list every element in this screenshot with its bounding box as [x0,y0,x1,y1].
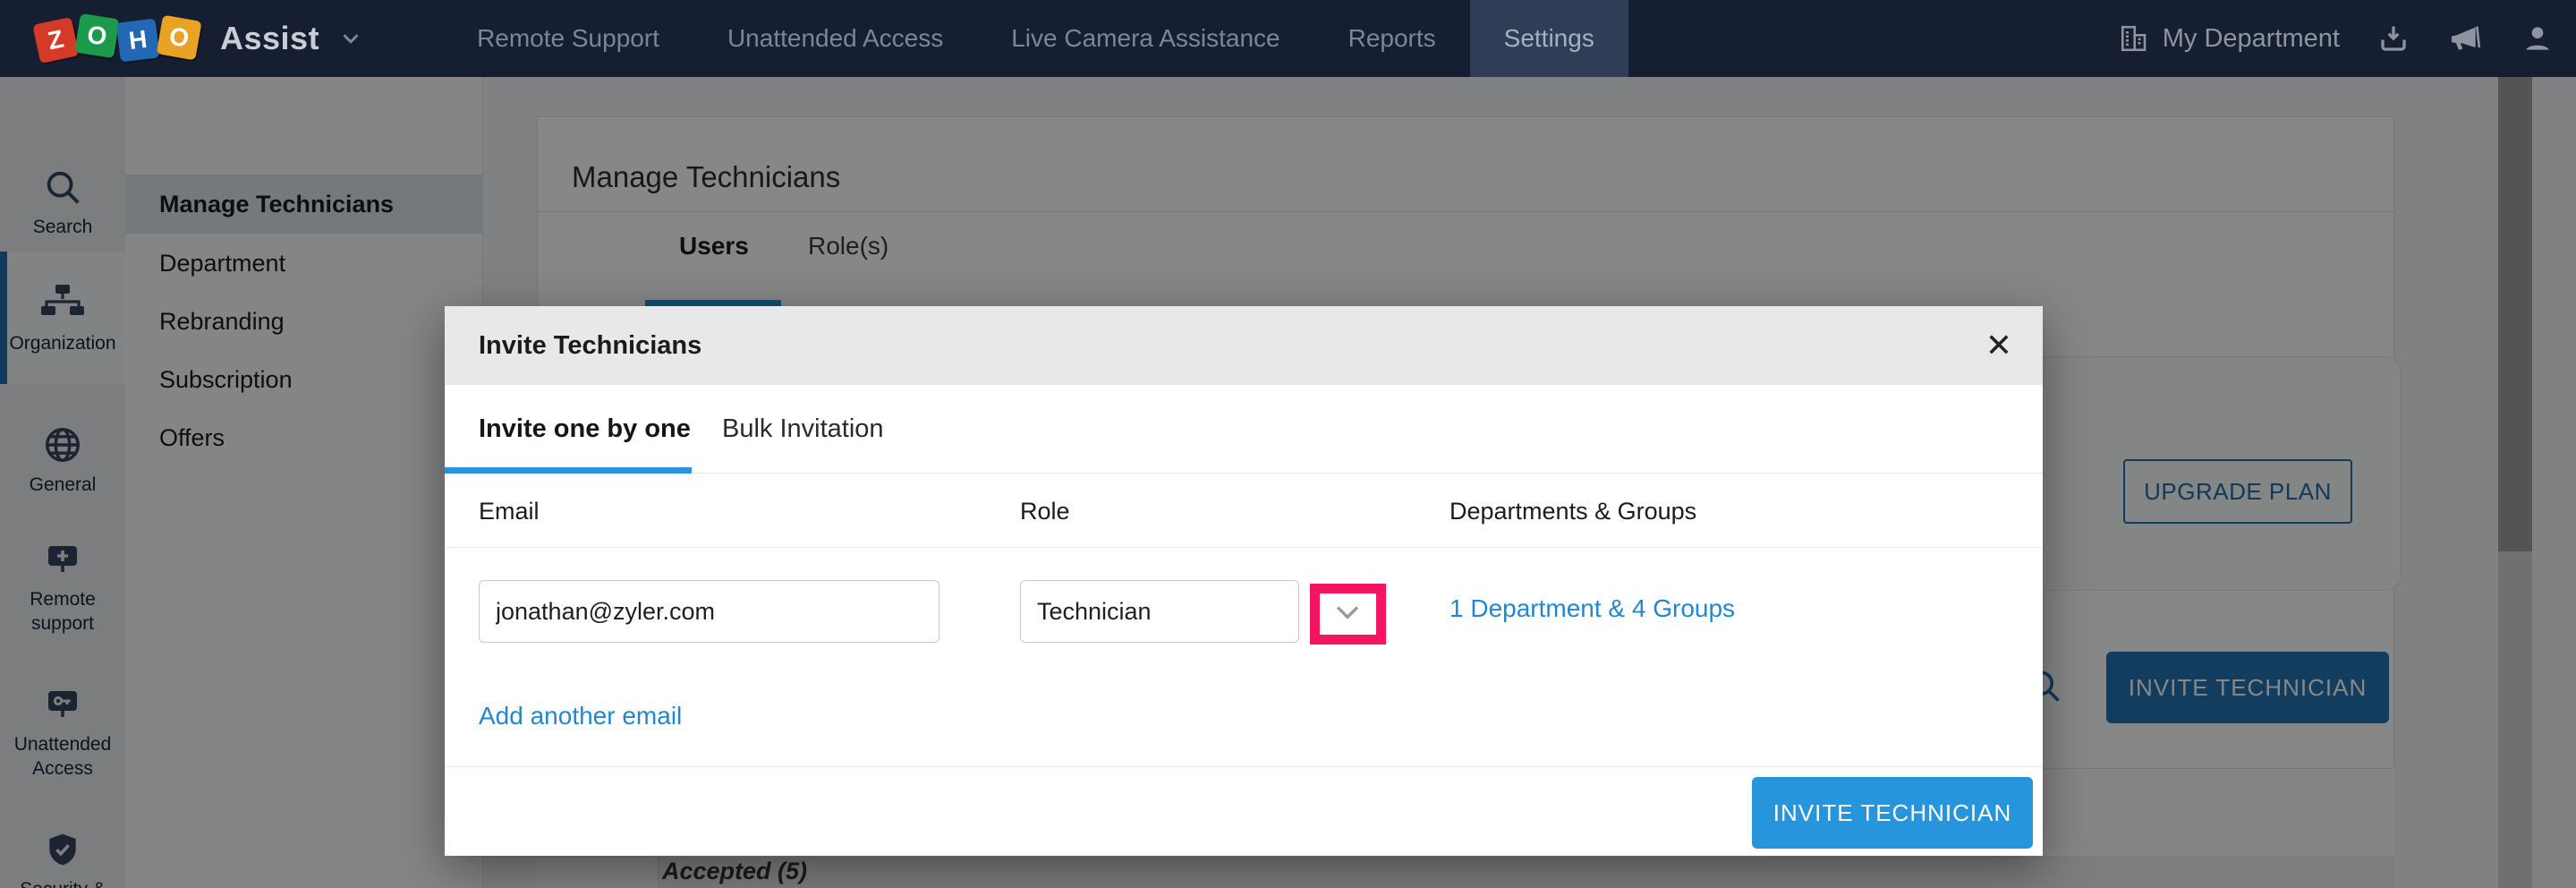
app-root: Z O H O Assist Remote Support Unattended… [0,0,2576,888]
announcement-icon[interactable] [2447,21,2483,56]
logo-block: Z [32,17,79,64]
divider [445,547,2043,548]
role-dropdown[interactable]: Technician [1020,580,1299,643]
top-nav: Remote Support Unattended Access Live Ca… [443,0,1628,77]
add-another-email-link[interactable]: Add another email [479,702,682,730]
departments-groups-link[interactable]: 1 Department & 4 Groups [1450,594,1735,623]
invite-technicians-modal: Invite Technicians ✕ Invite one by one B… [445,306,2043,856]
nav-remote-support[interactable]: Remote Support [443,0,693,77]
logo-block: H [116,18,160,62]
logo-block: O [157,15,202,61]
email-input[interactable] [479,580,939,643]
nav-live-camera-assistance[interactable]: Live Camera Assistance [977,0,1314,77]
topbar-right-cluster: My Department [2118,0,2555,77]
column-header-email: Email [479,474,540,548]
modal-header: Invite Technicians ✕ [445,306,2043,385]
modal-tabs: Invite one by one Bulk Invitation [445,385,2043,474]
department-label: My Department [2163,24,2340,54]
logo-block: O [74,13,119,58]
column-header-departments-groups: Departments & Groups [1450,474,1696,548]
modal-active-tab-underline [445,467,692,474]
nav-unattended-access[interactable]: Unattended Access [693,0,977,77]
user-avatar-icon[interactable] [2521,21,2555,56]
role-dropdown-arrow[interactable] [1299,580,1396,643]
product-name: Assist [220,20,319,57]
role-selected-value: Technician [1037,598,1152,626]
zoho-logo[interactable]: Z O H O Assist [36,19,364,58]
topbar: Z O H O Assist Remote Support Unattended… [0,0,2576,77]
column-header-role: Role [1020,474,1070,548]
nav-settings[interactable]: Settings [1470,0,1628,77]
building-icon [2118,22,2150,55]
invite-technician-submit-button[interactable]: INVITE TECHNICIAN [1752,777,2033,849]
chevron-down-icon [1328,592,1367,631]
download-icon[interactable] [2377,22,2410,55]
tab-bulk-invitation[interactable]: Bulk Invitation [722,385,884,474]
nav-reports[interactable]: Reports [1314,0,1470,77]
tab-invite-one-by-one[interactable]: Invite one by one [479,385,691,474]
chevron-down-icon[interactable] [337,25,364,52]
department-switcher[interactable]: My Department [2118,22,2340,55]
modal-title: Invite Technicians [479,306,701,385]
divider [445,766,2043,767]
close-icon[interactable]: ✕ [1985,326,2012,365]
